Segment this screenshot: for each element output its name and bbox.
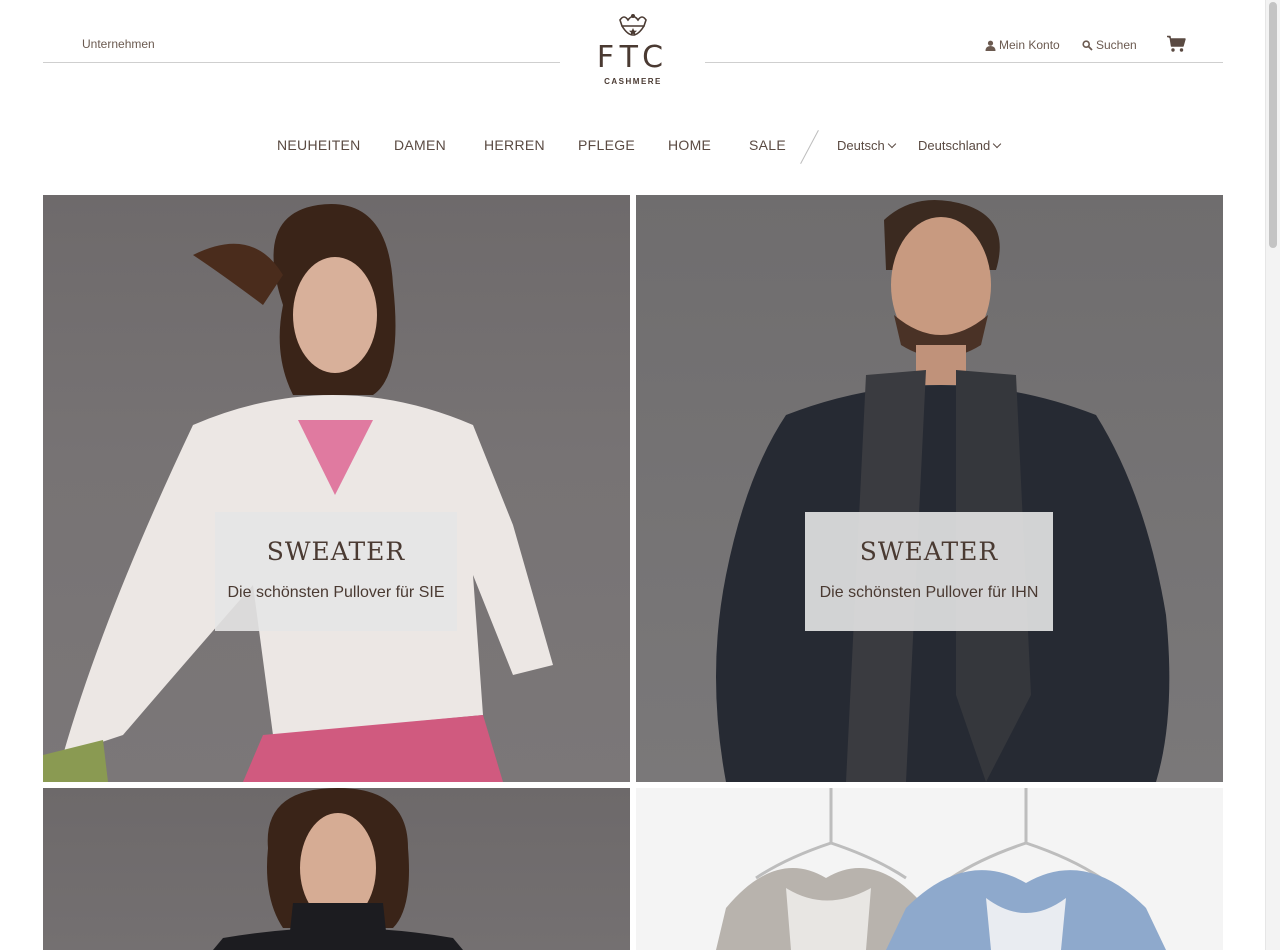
header-rule-right [705,62,1223,63]
nav-item-home[interactable]: HOME [668,137,711,153]
main-navigation: NEUHEITEN DAMEN HERREN PFLEGE HOME SALE … [0,129,1266,165]
nav-item-neuheiten[interactable]: NEUHEITEN [277,137,361,153]
nav-item-pflege[interactable]: PFLEGE [578,137,635,153]
company-link[interactable]: Unternehmen [82,37,155,51]
tile-subtitle: Die schönsten Pullover für IHN [819,584,1039,601]
country-select[interactable]: Deutschland [918,138,1002,153]
women-sweater-photo [43,204,553,782]
shopping-cart-icon [1167,35,1186,52]
promo-tile-products[interactable] [636,788,1223,950]
logo-subtext: CASHMERE [604,77,662,86]
user-icon [985,40,996,51]
account-link[interactable]: Mein Konto [985,38,1060,52]
tile-caption[interactable]: SWEATER Die schönsten Pullover für SIE [215,512,457,631]
country-value: Deutschland [918,138,991,153]
scrollbar-thumb[interactable] [1269,2,1277,248]
tile-subtitle: Die schönsten Pullover für SIE [227,584,445,601]
header-rule-left [43,62,560,63]
chevron-down-icon [887,139,896,149]
cart-button[interactable] [1166,35,1186,58]
language-select[interactable]: Deutsch [837,138,896,153]
brand-logo[interactable]: FTC CASHMERE [585,12,681,102]
nav-divider [800,129,819,165]
promo-tile-women-2[interactable] [43,788,630,950]
woman-black-sweater-photo [213,788,463,950]
search-label: Suchen [1096,38,1137,52]
page-scrollbar[interactable] [1265,0,1280,950]
site-header: Unternehmen FTC CASHMERE Mein Konto Such… [0,0,1266,195]
crown-icon [619,14,647,36]
account-label: Mein Konto [999,38,1060,52]
search-link[interactable]: Suchen [1082,38,1137,52]
nav-item-herren[interactable]: HERREN [484,137,545,153]
logo-wordmark: FTC [596,40,670,75]
tile-caption[interactable]: SWEATER Die schönsten Pullover für IHN [805,512,1053,631]
language-value: Deutsch [837,138,885,153]
promo-tile-women[interactable]: SWEATER Die schönsten Pullover für SIE [43,195,630,782]
chevron-down-icon [993,139,1002,149]
tile-title: SWEATER [266,537,406,566]
tile-title: SWEATER [859,537,999,566]
search-icon [1082,39,1093,51]
promo-tile-men[interactable]: SWEATER Die schönsten Pullover für IHN [636,195,1223,782]
nav-item-sale[interactable]: SALE [749,137,786,153]
sweaters-on-hangers-photo [716,788,1166,950]
nav-item-damen[interactable]: DAMEN [394,137,446,153]
men-sweater-photo [716,200,1170,782]
